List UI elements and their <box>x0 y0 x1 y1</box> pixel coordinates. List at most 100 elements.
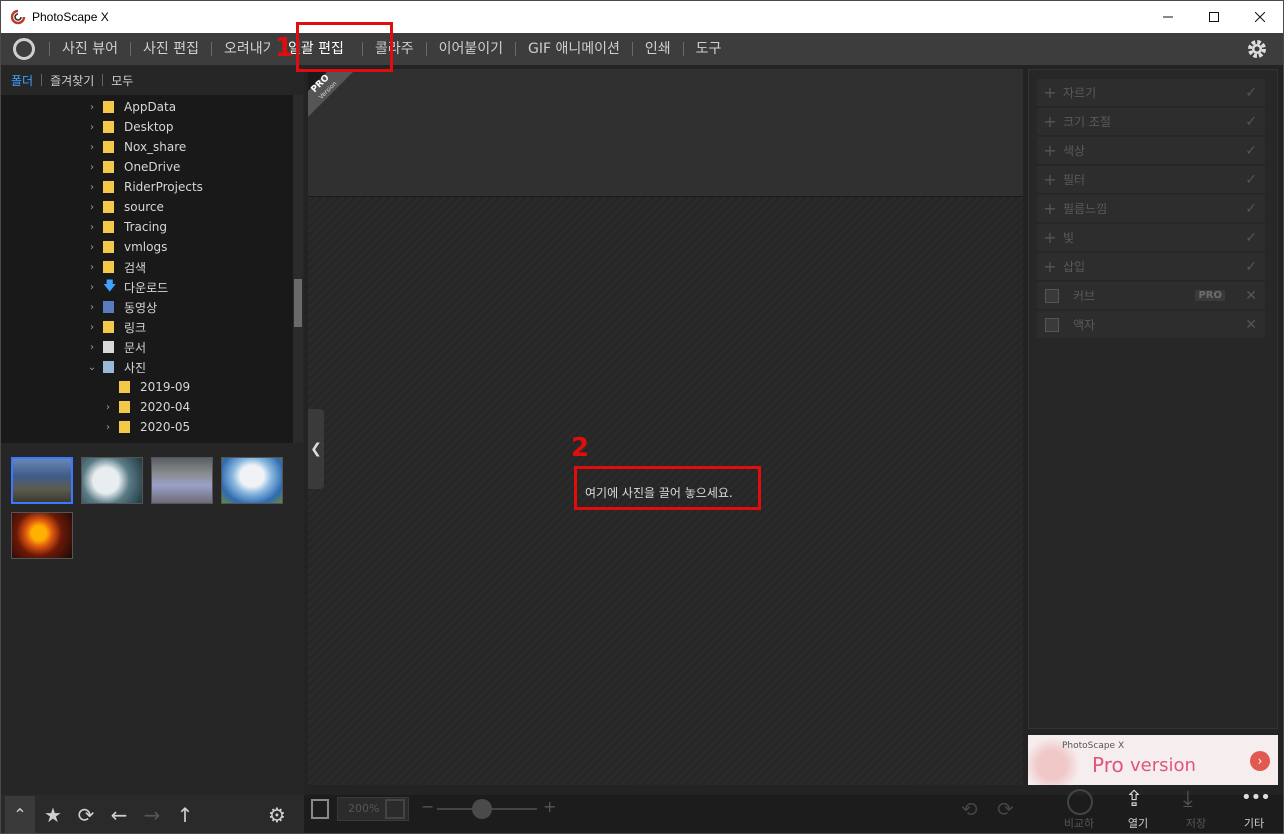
tree-item[interactable]: › Nox_share <box>1 137 293 157</box>
tab-photo-viewer[interactable]: 사진 뷰어 <box>50 33 130 65</box>
close-button[interactable] <box>1237 1 1283 33</box>
option-label: 액자 <box>1073 318 1096 332</box>
compare-icon[interactable] <box>1067 789 1093 815</box>
rotate-right-icon[interactable]: ⟳ <box>997 797 1014 821</box>
tool-row[interactable]: + 크기 조절 ✓ <box>1037 108 1265 136</box>
tool-row[interactable]: + 삽입 ✓ <box>1037 253 1265 281</box>
back-arrow-icon[interactable]: ← <box>107 803 131 827</box>
tree-item[interactable]: › vmlogs <box>1 237 293 257</box>
tree-scrollbar[interactable] <box>293 95 303 443</box>
tool-row[interactable]: + 필터 ✓ <box>1037 166 1265 194</box>
thumbnail-item[interactable] <box>11 457 73 504</box>
zoom-out-icon[interactable]: − <box>421 797 434 816</box>
chevron-right-icon[interactable]: › <box>87 242 97 253</box>
tab-all[interactable]: 모두 <box>111 72 141 89</box>
tree-item[interactable]: › RiderProjects <box>1 177 293 197</box>
save-label[interactable]: 저장 <box>1176 815 1216 831</box>
chevron-right-icon[interactable]: › <box>87 142 97 153</box>
settings-gear-icon[interactable] <box>1245 37 1269 61</box>
folder-settings-gear-icon[interactable]: ⚙ <box>265 803 289 827</box>
collapse-panel-button[interactable]: ❮ <box>308 409 324 489</box>
tool-row[interactable]: + 빛 ✓ <box>1037 224 1265 252</box>
tree-item[interactable]: ⌄ 사진 <box>1 357 293 377</box>
tree-item[interactable]: › 검색 <box>1 257 293 277</box>
chevron-down-icon[interactable]: ⌄ <box>87 362 97 373</box>
chevron-right-icon[interactable]: › <box>87 202 97 213</box>
chevron-right-icon[interactable]: › <box>87 222 97 233</box>
thumbnail-item[interactable] <box>81 457 143 504</box>
forward-arrow-icon[interactable]: → <box>140 803 164 827</box>
chevron-right-icon[interactable]: › <box>87 262 97 273</box>
tool-row[interactable]: + 자르기 ✓ <box>1037 79 1265 107</box>
tree-item[interactable]: › Tracing <box>1 217 293 237</box>
option-row[interactable]: 액자 ✕ <box>1037 311 1265 339</box>
tree-item[interactable]: 2019-09 <box>1 377 293 397</box>
checkbox[interactable] <box>1045 288 1059 303</box>
remove-x-icon[interactable]: ✕ <box>1245 317 1257 333</box>
tab-gif-animation[interactable]: GIF 애니메이션 <box>516 33 632 65</box>
app-logo-icon <box>10 9 26 25</box>
tree-item[interactable]: › 🡇 다운로드 <box>1 277 293 297</box>
tab-favorites[interactable]: 즐겨찾기 <box>50 72 102 89</box>
folder-icon <box>119 381 130 393</box>
refresh-icon[interactable]: ⟳ <box>74 803 98 827</box>
chevron-right-icon[interactable]: › <box>103 422 113 433</box>
tree-item-label: 링크 <box>124 320 147 335</box>
tree-item[interactable]: › 링크 <box>1 317 293 337</box>
checkbox[interactable] <box>1045 317 1059 332</box>
panel-toggle-icon[interactable] <box>311 799 329 819</box>
tree-item[interactable]: › source <box>1 197 293 217</box>
home-icon[interactable] <box>13 38 35 60</box>
thumbnail-item[interactable] <box>221 457 283 504</box>
tree-item[interactable]: › AppData <box>1 97 293 117</box>
chevron-up-icon[interactable]: ⌃ <box>5 796 35 833</box>
scrollbar-thumb[interactable] <box>294 279 302 327</box>
rotate-left-icon[interactable]: ⟲ <box>961 797 978 821</box>
pro-version-ad[interactable]: PhotoScape X Pro version › <box>1028 735 1278 785</box>
tree-item[interactable]: › 동영상 <box>1 297 293 317</box>
tree-item-partial[interactable] <box>1 437 293 443</box>
chevron-right-icon[interactable]: › <box>87 282 97 293</box>
pictures-icon <box>103 361 114 373</box>
option-row[interactable]: 커브 PRO ✕ <box>1037 282 1265 310</box>
tab-print[interactable]: 인쇄 <box>633 33 683 65</box>
tree-item[interactable]: › 2020-05 <box>1 417 293 437</box>
chevron-right-icon[interactable]: › <box>103 402 113 413</box>
tree-item[interactable]: › OneDrive <box>1 157 293 177</box>
tool-row[interactable]: + 필름느낌 ✓ <box>1037 195 1265 223</box>
star-icon[interactable]: ★ <box>41 803 65 827</box>
tab-tools[interactable]: 도구 <box>684 33 734 65</box>
minimize-button[interactable] <box>1145 1 1191 33</box>
tree-item[interactable]: › 문서 <box>1 337 293 357</box>
tool-label: 필터 <box>1063 173 1086 187</box>
chevron-right-icon[interactable]: › <box>87 302 97 313</box>
chevron-right-icon[interactable]: › <box>87 322 97 333</box>
save-download-icon[interactable]: ⤓ <box>1183 787 1193 812</box>
more-icon[interactable]: ••• <box>1241 787 1271 808</box>
tree-item[interactable]: › Desktop <box>1 117 293 137</box>
remove-x-icon[interactable]: ✕ <box>1245 288 1257 304</box>
more-label[interactable]: 기타 <box>1234 815 1274 831</box>
chevron-right-icon[interactable]: › <box>87 182 97 193</box>
tab-photo-editor[interactable]: 사진 편집 <box>131 33 211 65</box>
chevron-right-icon[interactable]: › <box>87 162 97 173</box>
up-arrow-icon[interactable]: ↑ <box>173 803 197 827</box>
zoom-in-icon[interactable]: + <box>543 797 556 816</box>
chevron-right-icon[interactable]: › <box>87 122 97 133</box>
tool-row[interactable]: + 색상 ✓ <box>1037 137 1265 165</box>
maximize-button[interactable] <box>1191 1 1237 33</box>
tab-folders[interactable]: 폴더 <box>11 72 41 89</box>
tree-item[interactable]: › 2020-04 <box>1 397 293 417</box>
fit-screen-icon[interactable] <box>385 799 405 819</box>
zoom-slider-handle[interactable] <box>472 799 492 819</box>
title-bar: PhotoScape X <box>1 1 1283 33</box>
thumbnail-item[interactable] <box>151 457 213 504</box>
chevron-right-icon[interactable]: › <box>87 342 97 353</box>
compare-label[interactable]: 비교하기 <box>1059 815 1099 833</box>
tab-cut-out[interactable]: 오려내기 <box>212 33 272 65</box>
thumbnail-item[interactable] <box>11 512 73 559</box>
open-upload-icon[interactable]: ⇪ <box>1125 787 1143 812</box>
chevron-right-icon[interactable]: › <box>87 102 97 113</box>
open-label[interactable]: 열기 <box>1118 815 1158 831</box>
tab-combine[interactable]: 이어붙이기 <box>427 33 515 65</box>
